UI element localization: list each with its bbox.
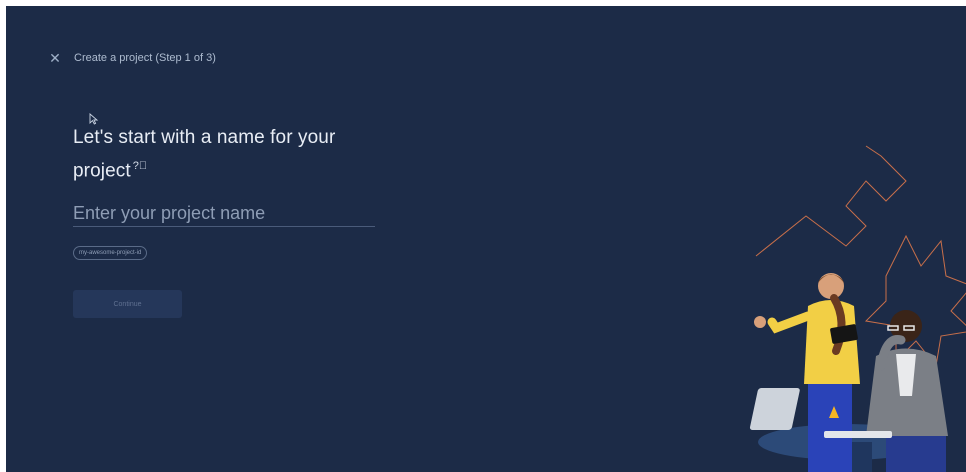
project-id-chip[interactable]: my-awesome-project-id xyxy=(73,246,148,260)
page-heading: Let's start with a name for your project… xyxy=(73,124,393,185)
person-left-hand xyxy=(754,316,766,328)
person-right-legs xyxy=(886,436,946,472)
laptop-base xyxy=(824,431,892,438)
project-name-input[interactable] xyxy=(73,200,375,227)
help-circle-icon[interactable]: ?⃝ xyxy=(133,152,147,180)
close-icon[interactable]: ✕ xyxy=(48,51,62,65)
step-title: Create a project (Step 1 of 3) xyxy=(74,52,216,64)
heading-text: Let's start with a name for your project xyxy=(73,127,336,182)
laptop-screen xyxy=(749,388,800,430)
continue-button[interactable]: Continue xyxy=(73,290,182,318)
person-left-head xyxy=(818,273,844,299)
decorative-outline-chevron xyxy=(755,145,907,257)
top-bar: ✕ Create a project (Step 1 of 3) xyxy=(48,50,216,66)
person-left-legs xyxy=(808,384,852,472)
people-illustration xyxy=(749,145,966,472)
person-left-body xyxy=(804,300,860,384)
create-project-page: ✕ Create a project (Step 1 of 3) Let's s… xyxy=(6,6,966,472)
person-left-arm xyxy=(767,311,813,334)
decorative-outline-star xyxy=(864,234,966,368)
